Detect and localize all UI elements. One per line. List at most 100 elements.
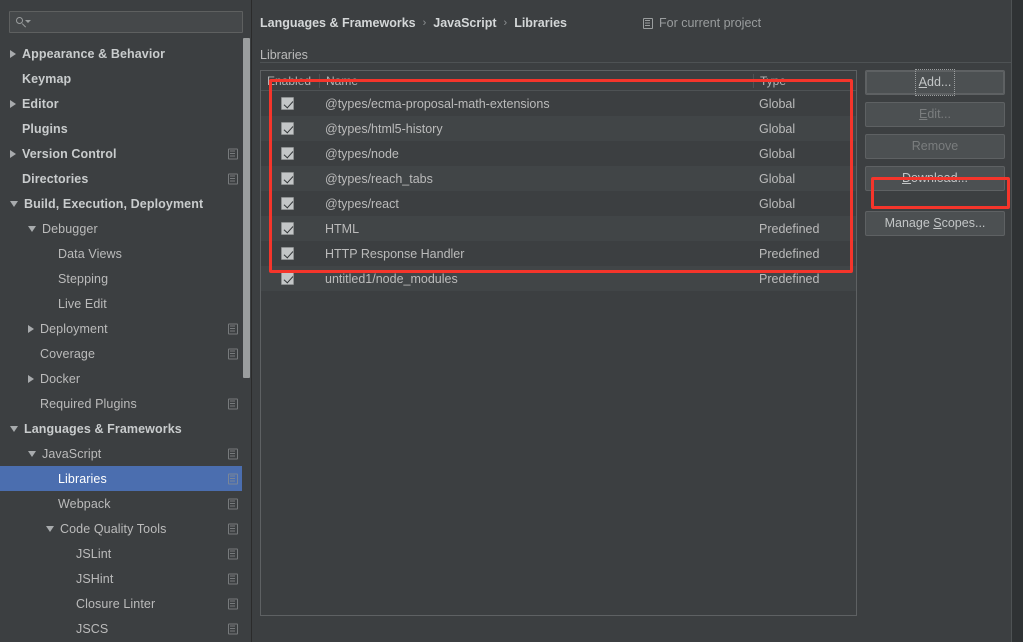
checkbox-icon[interactable]: [281, 197, 294, 210]
checkbox-icon[interactable]: [281, 147, 294, 160]
sidebar-item-languages-frameworks[interactable]: Languages & Frameworks: [0, 416, 251, 441]
search-input[interactable]: [31, 13, 242, 31]
cell-enabled[interactable]: [261, 122, 319, 135]
sidebar-item-label: Docker: [40, 371, 81, 386]
table-row[interactable]: untitled1/node_modules Predefined: [261, 266, 856, 291]
cell-library-type: Predefined: [759, 271, 820, 286]
sidebar-item-webpack[interactable]: Webpack: [0, 491, 251, 516]
sidebar-item-coverage[interactable]: Coverage: [0, 341, 251, 366]
sidebar-scrollbar-thumb[interactable]: [243, 38, 250, 378]
sidebar-item-code-quality-tools[interactable]: Code Quality Tools: [0, 516, 251, 541]
sidebar-item-libraries[interactable]: Libraries: [0, 466, 251, 491]
table-row[interactable]: HTTP Response Handler Predefined: [261, 241, 856, 266]
search-input-box[interactable]: [9, 11, 243, 33]
sidebar-item-jshint[interactable]: JSHint: [0, 566, 251, 591]
button-mnemonic: D: [901, 171, 912, 185]
cell-enabled[interactable]: [261, 197, 319, 210]
sidebar-item-plugins[interactable]: Plugins: [0, 116, 251, 141]
breadcrumb-item[interactable]: Libraries: [514, 16, 567, 30]
sidebar-item-label: Editor: [22, 96, 59, 111]
chevron-down-icon[interactable]: [10, 425, 18, 432]
cell-enabled[interactable]: [261, 222, 319, 235]
breadcrumb[interactable]: Languages & Frameworks › JavaScript › Librar…: [260, 16, 567, 30]
checkbox-icon[interactable]: [281, 272, 294, 285]
sidebar-item-label: Debugger: [42, 221, 98, 236]
sidebar-item-deployment[interactable]: Deployment: [0, 316, 251, 341]
column-header-enabled[interactable]: Enabled: [261, 74, 319, 88]
sidebar-item-jscs[interactable]: JSCS: [0, 616, 251, 641]
scope-note: For current project: [643, 16, 761, 30]
table-row[interactable]: @types/ecma-proposal-math-extensions Glob…: [261, 91, 856, 116]
module-icon: [228, 173, 238, 184]
libraries-table[interactable]: Enabled Name Type @types/ecma-proposal-m…: [260, 70, 857, 616]
sidebar-item-data-views[interactable]: Data Views: [0, 241, 251, 266]
chevron-down-icon[interactable]: [28, 450, 36, 457]
chevron-down-icon[interactable]: [28, 225, 36, 232]
module-icon: [228, 498, 238, 509]
cell-enabled[interactable]: [261, 247, 319, 260]
add-button[interactable]: Add...: [865, 69, 1005, 96]
table-row[interactable]: HTML Predefined: [261, 216, 856, 241]
sidebar-item-jslint[interactable]: JSLint: [0, 541, 251, 566]
chevron-right-icon[interactable]: [10, 49, 16, 58]
settings-tree[interactable]: Appearance & Behavior Keymap Editor Plugins…: [0, 41, 251, 642]
chevron-down-icon[interactable]: [10, 200, 18, 207]
module-icon: [228, 348, 238, 359]
sidebar-item-label: Version Control: [22, 146, 117, 161]
table-row[interactable]: @types/reach_tabs Global: [261, 166, 856, 191]
cell-enabled[interactable]: [261, 97, 319, 110]
breadcrumb-item[interactable]: JavaScript: [433, 16, 496, 30]
checkbox-icon[interactable]: [281, 97, 294, 110]
settings-main-panel: Languages & Frameworks › JavaScript › Librar…: [252, 0, 1011, 642]
sidebar-item-version-control[interactable]: Version Control: [0, 141, 251, 166]
breadcrumb-item[interactable]: Languages & Frameworks: [260, 16, 416, 30]
sidebar-item-editor[interactable]: Editor: [0, 91, 251, 116]
sidebar-item-keymap[interactable]: Keymap: [0, 66, 251, 91]
cell-enabled[interactable]: [261, 147, 319, 160]
chevron-right-icon[interactable]: [10, 99, 16, 108]
chevron-right-icon[interactable]: [28, 324, 34, 333]
checkbox-icon[interactable]: [281, 247, 294, 260]
table-row[interactable]: @types/react Global: [261, 191, 856, 216]
sidebar-item-debugger[interactable]: Debugger: [0, 216, 251, 241]
chevron-right-icon[interactable]: [28, 374, 34, 383]
manage-scopes-button[interactable]: Manage Scopes...: [865, 211, 1005, 236]
table-row[interactable]: @types/html5-history Global: [261, 116, 856, 141]
sidebar-item-docker[interactable]: Docker: [0, 366, 251, 391]
column-header-type[interactable]: Type: [753, 73, 856, 88]
checkbox-icon[interactable]: [281, 222, 294, 235]
sidebar-item-label: Build, Execution, Deployment: [24, 196, 204, 211]
cell-library-name: untitled1/node_modules: [325, 271, 458, 286]
sidebar-item-label: JSHint: [76, 571, 114, 586]
chevron-right-icon[interactable]: [10, 149, 16, 158]
download-button[interactable]: Download...: [865, 166, 1005, 191]
module-icon: [228, 523, 238, 534]
checkbox-icon[interactable]: [281, 122, 294, 135]
sidebar-item-javascript[interactable]: JavaScript: [0, 441, 251, 466]
cell-enabled[interactable]: [261, 172, 319, 185]
table-row[interactable]: @types/node Global: [261, 141, 856, 166]
chevron-down-icon[interactable]: [46, 525, 54, 532]
cell-library-type: Global: [759, 196, 796, 211]
cell-library-name: @types/ecma-proposal-math-extensions: [325, 96, 550, 111]
sidebar-item-closure-linter[interactable]: Closure Linter: [0, 591, 251, 616]
checkbox-icon[interactable]: [281, 172, 294, 185]
module-icon: [228, 448, 238, 459]
sidebar-item-label: JSCS: [76, 621, 109, 636]
cell-library-name: @types/html5-history: [325, 121, 443, 136]
column-header-name[interactable]: Name: [319, 73, 753, 88]
sidebar-item-directories[interactable]: Directories: [0, 166, 251, 191]
sidebar-item-required-plugins[interactable]: Required Plugins: [0, 391, 251, 416]
sidebar-item-build-execution-deployment[interactable]: Build, Execution, Deployment: [0, 191, 251, 216]
cell-library-type: Predefined: [759, 221, 820, 236]
sidebar-item-live-edit[interactable]: Live Edit: [0, 291, 251, 316]
settings-dialog: Appearance & Behavior Keymap Editor Plugins…: [0, 0, 1023, 642]
cell-enabled[interactable]: [261, 272, 319, 285]
sidebar-item-stepping[interactable]: Stepping: [0, 266, 251, 291]
sidebar-item-appearance-behavior[interactable]: Appearance & Behavior: [0, 41, 251, 66]
